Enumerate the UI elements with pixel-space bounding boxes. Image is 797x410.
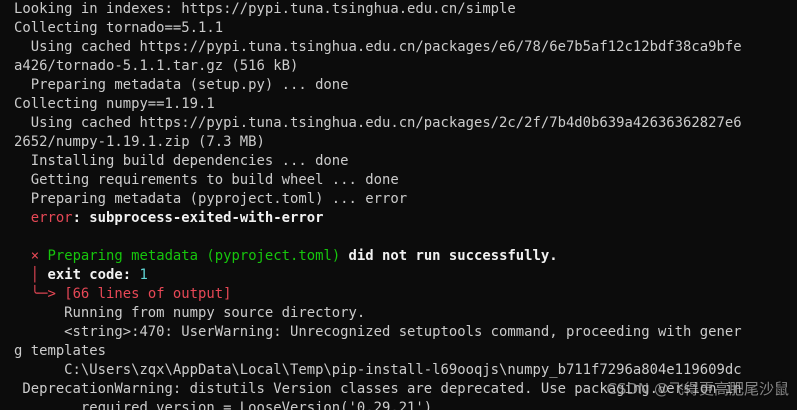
terminal-line: Preparing metadata (pyproject.toml) ... …: [14, 191, 408, 207]
watermark: CSDN @飞得更高肥尾沙鼠: [606, 380, 789, 398]
terminal-line: a426/tornado-5.1.1.tar.gz (516 kB): [14, 58, 299, 74]
pipe-icon: │: [30, 267, 40, 283]
exit-code-line: │ exit code: 1: [14, 266, 148, 285]
terminal-line: Getting requirements to build wheel ... …: [14, 172, 399, 188]
terminal-line: Collecting tornado==5.1.1: [14, 20, 224, 36]
terminal-line: Preparing metadata (setup.py) ... done: [14, 77, 349, 93]
output-line: g templates: [14, 343, 106, 359]
terminal-line: Looking in indexes: https://pypi.tuna.ts…: [14, 1, 516, 17]
output-header-line: ╰─> [66 lines of output]: [14, 285, 232, 304]
output-line: Running from numpy source directory.: [14, 305, 366, 321]
output-count: [66 lines of output]: [64, 286, 232, 302]
error-prefix: error: [30, 210, 73, 226]
terminal-line: Installing build dependencies ... done: [14, 153, 349, 169]
failure-step: Preparing metadata (pyproject.toml): [47, 248, 341, 264]
failure-message: did not run successfully.: [340, 248, 558, 264]
error-message: : subprocess-exited-with-error: [72, 210, 324, 226]
failure-line: × Preparing metadata (pyproject.toml) di…: [14, 247, 558, 266]
exit-code-value: 1: [139, 267, 148, 283]
terminal-window[interactable]: Looking in indexes: https://pypi.tuna.ts…: [0, 0, 797, 410]
error-line: error: subprocess-exited-with-error: [14, 209, 324, 228]
arrow-icon: ╰─>: [30, 286, 56, 302]
terminal-line: Collecting numpy==1.19.1: [14, 96, 215, 112]
terminal-line: Using cached https://pypi.tuna.tsinghua.…: [14, 39, 742, 55]
output-line: required_version = LooseVersion('0.29.21…: [14, 400, 433, 410]
exit-code-label: exit code:: [47, 267, 140, 283]
output-line: <string>:470: UserWarning: Unrecognized …: [14, 324, 742, 340]
terminal-line: 2652/numpy-1.19.1.zip (7.3 MB): [14, 134, 265, 150]
terminal-line: Using cached https://pypi.tuna.tsinghua.…: [14, 115, 742, 131]
cross-icon: ×: [30, 248, 40, 264]
